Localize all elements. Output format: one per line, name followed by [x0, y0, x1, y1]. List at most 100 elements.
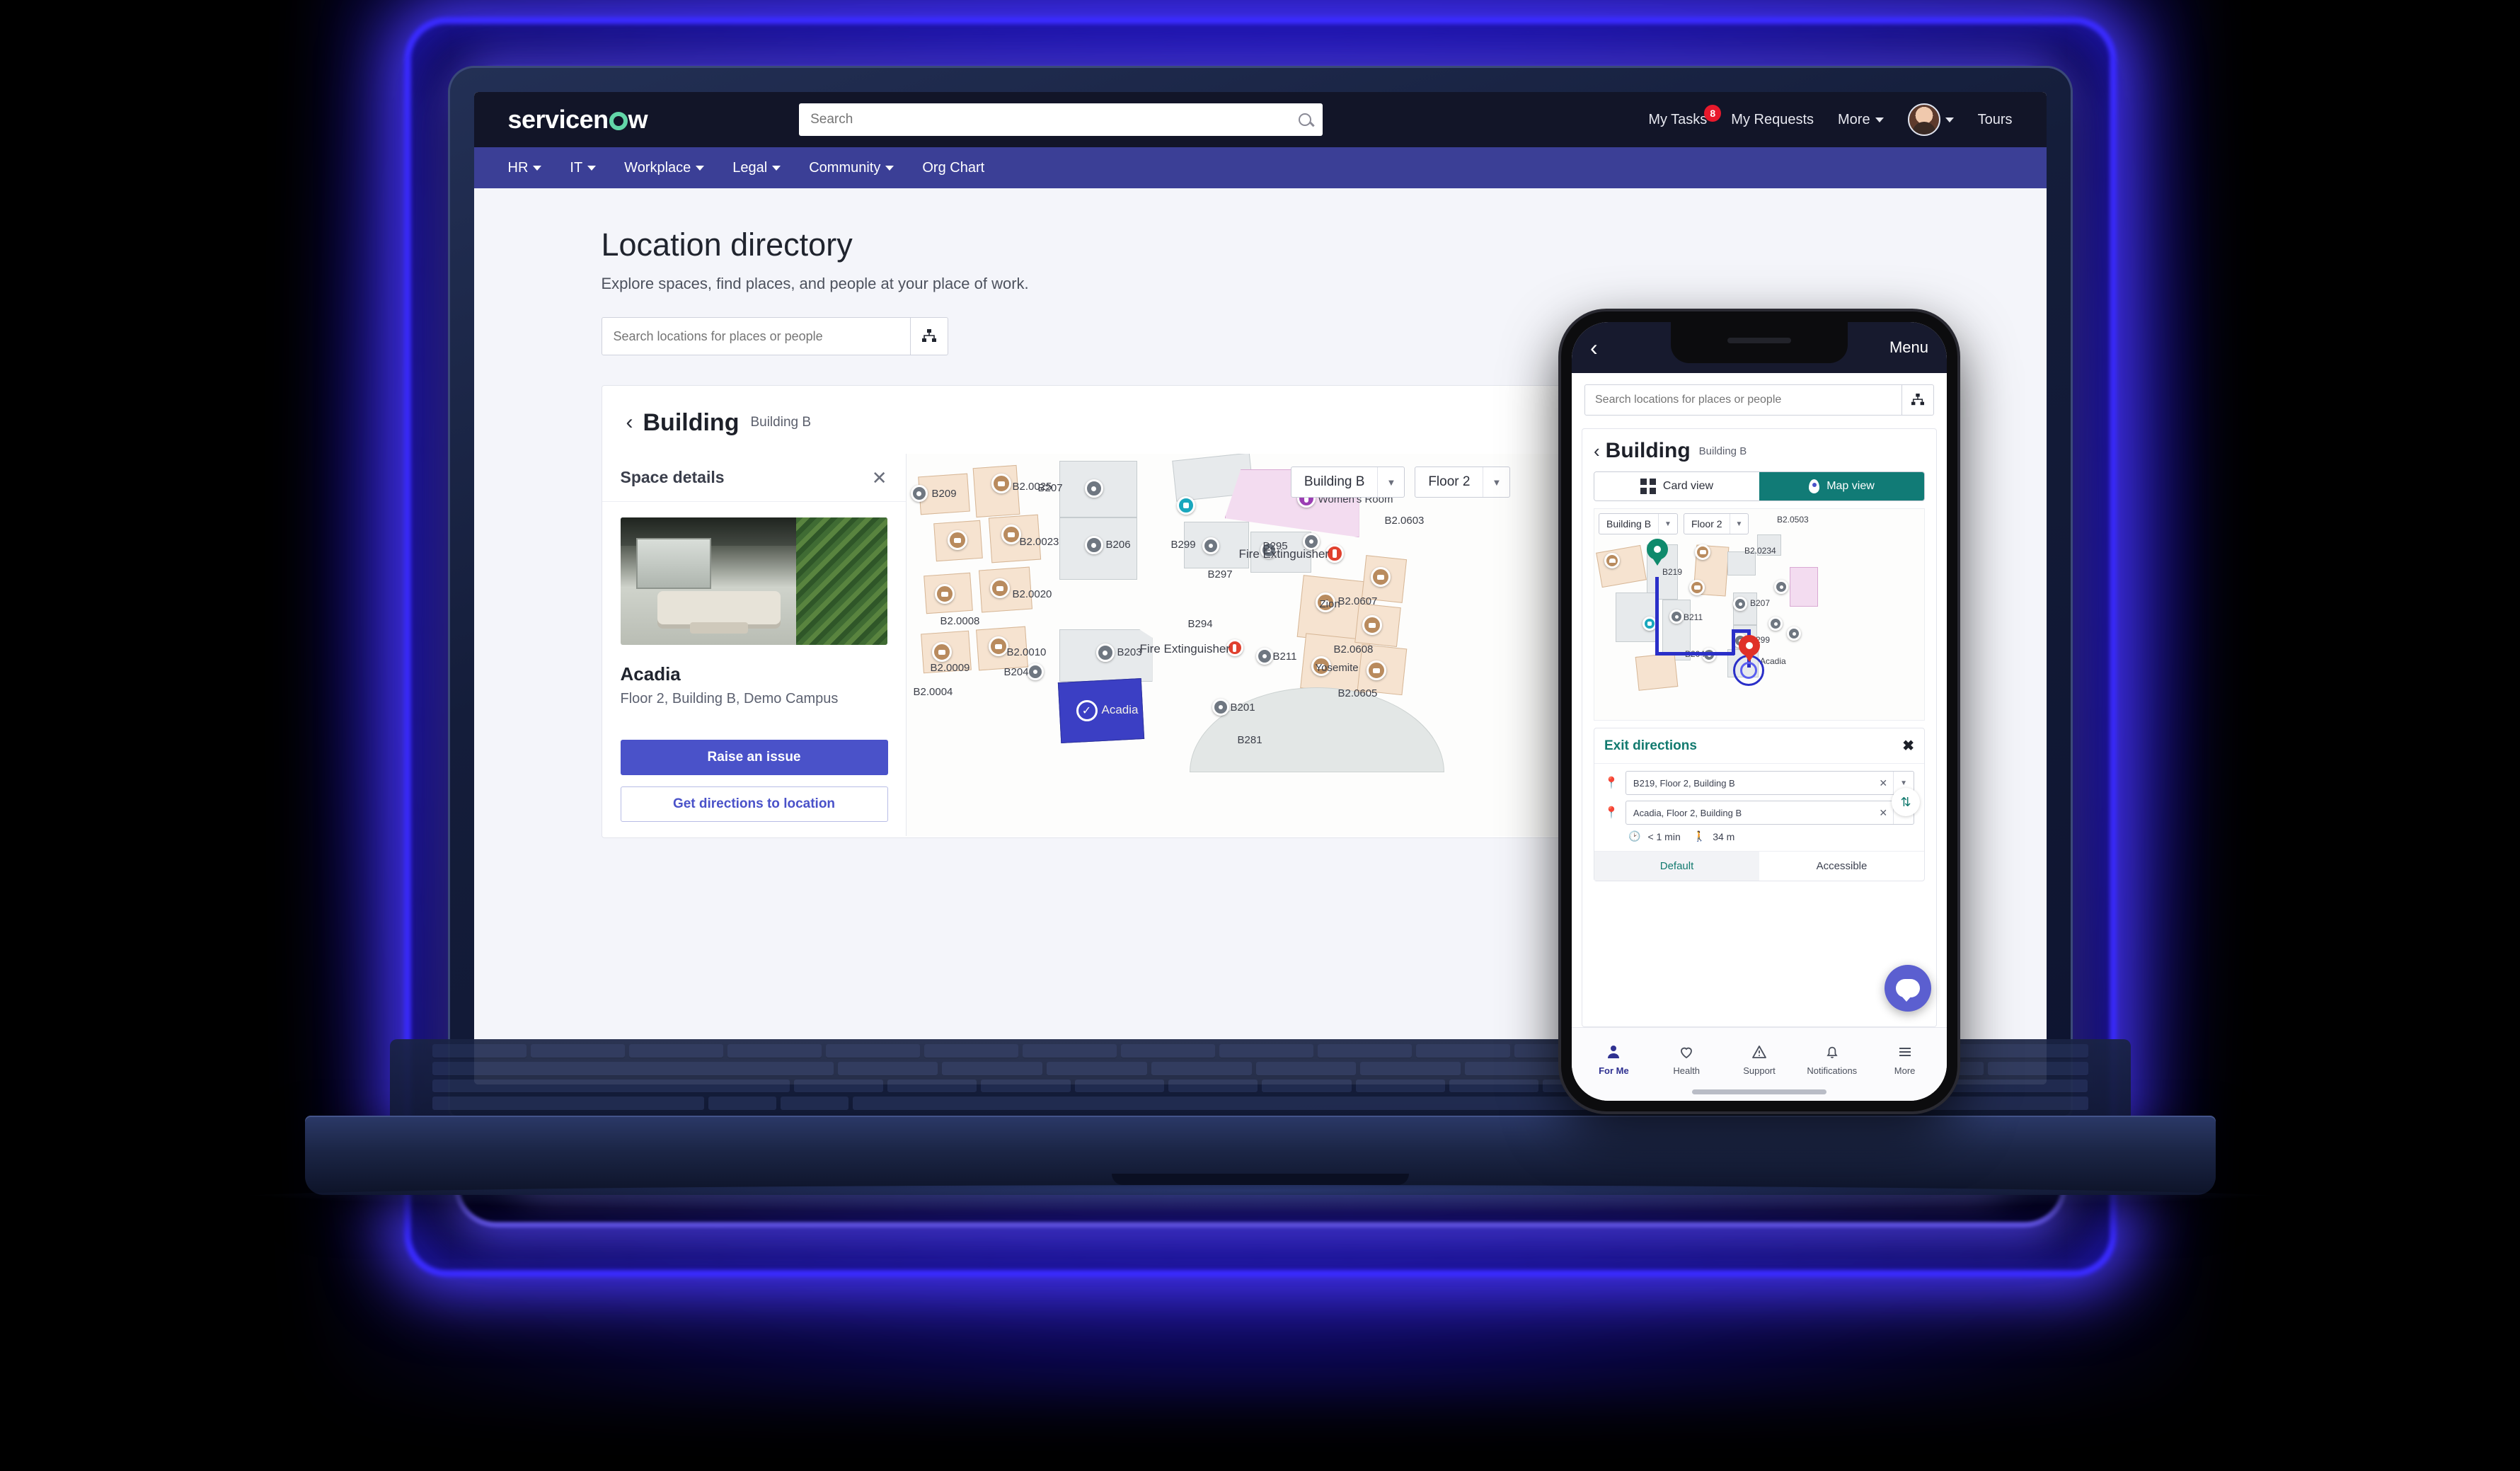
swap-direction-button[interactable]: ⇅	[1892, 788, 1920, 816]
get-directions-button[interactable]: Get directions to location	[620, 786, 888, 822]
grid-icon	[1640, 479, 1656, 494]
breadcrumb-title: Building	[643, 408, 740, 436]
phone-tab-map-view[interactable]: Map view	[1759, 472, 1924, 500]
global-search[interactable]	[799, 103, 1323, 136]
phone-floor-map[interactable]: Building B ▼ Floor 2 ▼ B219 B211 B207 B2…	[1594, 508, 1925, 721]
page-subtitle: Explore spaces, find places, and people …	[601, 275, 1029, 292]
floor-select[interactable]: Floor 2 ▼	[1415, 467, 1511, 498]
avatar	[1907, 103, 1940, 136]
map-label: B2.0004	[913, 686, 953, 698]
origin-pin-icon: 📍	[1604, 777, 1618, 789]
back-chevron-icon[interactable]: ‹	[1594, 440, 1600, 462]
nav-item-legal[interactable]: Legal	[732, 160, 781, 176]
phone-map-label: B207	[1750, 598, 1771, 608]
phone-breadcrumb-title: Building	[1605, 439, 1691, 462]
clear-icon[interactable]: ✕	[1873, 777, 1893, 789]
origin-field[interactable]: B219, Floor 2, Building B ✕ ▼	[1625, 771, 1914, 795]
nav-label: Support	[1743, 1065, 1776, 1076]
space-details-panel: Space details ✕ Acadia Floor 2, Building…	[602, 454, 907, 836]
building-select[interactable]: Building B ▼	[1290, 467, 1405, 498]
nav-item-it[interactable]: IT	[570, 159, 597, 176]
my-requests-link[interactable]: My Requests	[1731, 112, 1814, 128]
nav-item-org-chart[interactable]: Org Chart	[922, 160, 984, 176]
location-search-input[interactable]	[602, 328, 910, 344]
destination-field[interactable]: Acadia, Floor 2, Building B ✕ ▼	[1625, 801, 1914, 825]
more-menu[interactable]: More	[1838, 112, 1884, 128]
map-label: B2.0605	[1337, 687, 1378, 699]
clock-icon: 🕑	[1628, 830, 1641, 842]
tours-link[interactable]: Tours	[1978, 112, 2013, 128]
phone-floor-value: Floor 2	[1691, 518, 1722, 530]
more-label: More	[1838, 111, 1870, 127]
route-summary: 🕑 < 1 min 🚶 34 m	[1604, 830, 1914, 842]
origin-value: B219, Floor 2, Building B	[1633, 777, 1735, 789]
map-label: Fire Extinguisher	[1238, 547, 1330, 561]
nav-item-hr[interactable]: HR	[508, 160, 542, 176]
nav-for-me[interactable]: For Me	[1577, 1043, 1650, 1076]
breadcrumb-subtitle: Building B	[750, 415, 812, 430]
org-chart-icon[interactable]	[1902, 394, 1933, 406]
floor-select-value: Floor 2	[1428, 474, 1471, 489]
chevron-down-icon	[696, 165, 705, 171]
bell-icon	[1826, 1046, 1838, 1058]
back-chevron-icon[interactable]: ‹	[1590, 335, 1598, 361]
tab-default-route[interactable]: Default	[1594, 852, 1759, 881]
selected-room-check-icon: ✓	[1076, 700, 1098, 721]
destination-value: Acadia, Floor 2, Building B	[1633, 807, 1742, 818]
chat-fab-button[interactable]	[1885, 965, 1931, 1012]
selected-room-label: Acadia	[1101, 703, 1139, 716]
chevron-down-icon	[772, 165, 781, 171]
nav-item-workplace[interactable]: Workplace	[624, 160, 705, 176]
route-distance: 34 m	[1713, 830, 1735, 842]
servicenow-logo[interactable]: servicen w	[508, 105, 648, 134]
nav-more[interactable]: More	[1868, 1043, 1941, 1076]
phone-location-search[interactable]	[1584, 384, 1934, 416]
clear-icon[interactable]: ✕	[1873, 807, 1893, 819]
global-search-input[interactable]	[810, 112, 1299, 127]
phone-tab-card-view[interactable]: Card view	[1594, 472, 1759, 500]
phone-breadcrumb-subtitle: Building B	[1698, 445, 1747, 457]
close-icon[interactable]: ✖	[1902, 737, 1914, 755]
heart-icon	[1681, 1047, 1693, 1058]
phone-map-view-label: Map view	[1826, 480, 1875, 492]
map-label: B2.0009	[930, 662, 970, 674]
map-label: B2.0008	[940, 615, 980, 627]
raise-issue-button[interactable]: Raise an issue	[620, 740, 888, 775]
map-label: B299	[1170, 539, 1196, 551]
home-indicator	[1692, 1089, 1826, 1094]
map-label: B201	[1230, 702, 1255, 714]
phone-search-section	[1572, 373, 1947, 421]
phone-location-card: ‹ Building Building B Card view Map view…	[1582, 428, 1937, 1027]
hamburger-icon	[1899, 1047, 1911, 1056]
nav-label: IT	[570, 159, 583, 176]
nav-notifications[interactable]: Notifications	[1795, 1043, 1868, 1076]
tab-accessible-route[interactable]: Accessible	[1759, 852, 1924, 881]
space-details-title: Space details	[620, 468, 725, 486]
map-label: B206	[1105, 539, 1131, 551]
phone-map-label: B211	[1684, 612, 1703, 622]
space-name: Acadia	[620, 663, 681, 685]
phone-building-select[interactable]: Building B ▼	[1599, 513, 1678, 534]
location-search[interactable]	[601, 317, 948, 355]
chevron-down-icon: ▼	[1658, 514, 1677, 534]
map-label: Fire Extinguisher	[1139, 642, 1231, 656]
chat-bubble-icon	[1896, 979, 1920, 1002]
chevron-down-icon	[885, 165, 894, 171]
space-photo	[620, 517, 887, 645]
destination-pin-icon: 📍	[1604, 807, 1618, 819]
phone-search-input[interactable]	[1585, 394, 1901, 406]
phone-map-label: Acadia	[1760, 656, 1786, 666]
menu-button[interactable]: Menu	[1889, 338, 1928, 357]
phone-floor-select[interactable]: Floor 2 ▼	[1683, 513, 1749, 534]
nav-health[interactable]: Health	[1650, 1043, 1723, 1076]
org-chart-icon[interactable]	[911, 329, 948, 343]
nav-support[interactable]: Support	[1723, 1043, 1796, 1076]
map-controls: Building B ▼ Floor 2 ▼	[1290, 467, 1511, 498]
map-label: B2.0608	[1333, 643, 1374, 656]
my-tasks-link[interactable]: My Tasks 8	[1648, 104, 1722, 128]
close-icon[interactable]: ✕	[872, 469, 887, 487]
phone-card-view-label: Card view	[1662, 480, 1714, 492]
back-chevron-icon[interactable]: ‹	[626, 411, 633, 435]
user-menu[interactable]	[1907, 103, 1954, 136]
nav-item-community[interactable]: Community	[809, 160, 894, 176]
